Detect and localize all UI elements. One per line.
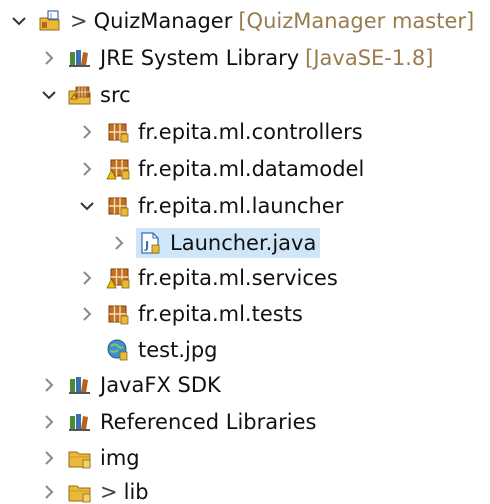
package-warning-icon xyxy=(106,157,130,181)
chevron-right-icon[interactable] xyxy=(78,123,96,141)
jre-version-decoration: [JavaSE-1.8] xyxy=(305,46,434,70)
git-dirty-marker: > xyxy=(100,480,118,504)
package-label: fr.epita.ml.launcher xyxy=(138,194,344,218)
git-branch-decoration: [QuizManager master] xyxy=(238,9,475,33)
tree-item-package-launcher[interactable]: fr.epita.ml.launcher xyxy=(78,188,343,224)
chevron-right-icon[interactable] xyxy=(78,305,96,323)
chevron-right-icon[interactable] xyxy=(40,413,58,431)
library-icon xyxy=(68,46,92,70)
java-project-icon: J xyxy=(38,9,62,33)
image-file-icon xyxy=(106,338,130,362)
library-label: JavaFX SDK xyxy=(100,373,221,397)
tree-item-project[interactable]: J > QuizManager [QuizManager master] xyxy=(10,3,474,39)
folder-icon xyxy=(68,446,92,470)
folder-label: img xyxy=(100,446,140,470)
chevron-down-icon[interactable] xyxy=(10,12,28,30)
svg-text:J: J xyxy=(49,12,52,20)
chevron-right-icon[interactable] xyxy=(78,269,96,287)
chevron-right-icon[interactable] xyxy=(40,483,58,501)
tree-item-javafx-sdk[interactable]: JavaFX SDK xyxy=(40,367,221,403)
library-icon xyxy=(68,410,92,434)
chevron-right-icon[interactable] xyxy=(110,234,128,252)
selection-highlight[interactable]: J Launcher.java xyxy=(136,228,321,258)
folder-icon xyxy=(68,480,92,504)
java-file-icon: J xyxy=(138,231,162,255)
tree-item-lib[interactable]: > lib xyxy=(40,474,149,504)
tree-item-src[interactable]: src xyxy=(40,77,131,113)
chevron-down-icon[interactable] xyxy=(40,86,58,104)
package-label: fr.epita.ml.services xyxy=(138,266,338,290)
project-label: QuizManager xyxy=(93,9,233,33)
git-dirty-marker: > xyxy=(70,9,88,33)
package-label: fr.epita.ml.datamodel xyxy=(138,157,365,181)
file-label: Launcher.java xyxy=(170,231,317,255)
chevron-right-icon[interactable] xyxy=(78,160,96,178)
tree-item-package-tests[interactable]: fr.epita.ml.tests xyxy=(78,296,303,332)
package-icon xyxy=(106,194,130,218)
tree-item-img[interactable]: img xyxy=(40,440,140,476)
folder-label: lib xyxy=(123,480,149,504)
tree-item-package-controllers[interactable]: fr.epita.ml.controllers xyxy=(78,114,363,150)
tree-item-jre-system-library[interactable]: JRE System Library [JavaSE-1.8] xyxy=(40,40,433,76)
jre-label: JRE System Library xyxy=(100,46,300,70)
chevron-right-icon[interactable] xyxy=(40,449,58,467)
package-icon xyxy=(106,302,130,326)
chevron-right-icon[interactable] xyxy=(40,376,58,394)
file-label: test.jpg xyxy=(138,338,218,362)
src-label: src xyxy=(100,83,131,107)
tree-item-package-datamodel[interactable]: fr.epita.ml.datamodel xyxy=(78,151,364,187)
tree-item-package-services[interactable]: fr.epita.ml.services xyxy=(78,260,338,296)
svg-text:J: J xyxy=(144,239,149,252)
library-label: Referenced Libraries xyxy=(100,410,317,434)
tree-item-referenced-libraries[interactable]: Referenced Libraries xyxy=(40,404,316,440)
package-icon xyxy=(106,120,130,144)
tree-item-test-jpg[interactable]: test.jpg xyxy=(78,332,218,368)
tree-item-launcher-java[interactable]: J Launcher.java xyxy=(110,225,321,261)
library-icon xyxy=(68,373,92,397)
chevron-right-icon[interactable] xyxy=(40,49,58,67)
package-label: fr.epita.ml.tests xyxy=(138,302,303,326)
source-folder-icon xyxy=(68,83,92,107)
package-label: fr.epita.ml.controllers xyxy=(138,120,363,144)
chevron-down-icon[interactable] xyxy=(78,197,96,215)
package-warning-icon xyxy=(106,266,130,290)
